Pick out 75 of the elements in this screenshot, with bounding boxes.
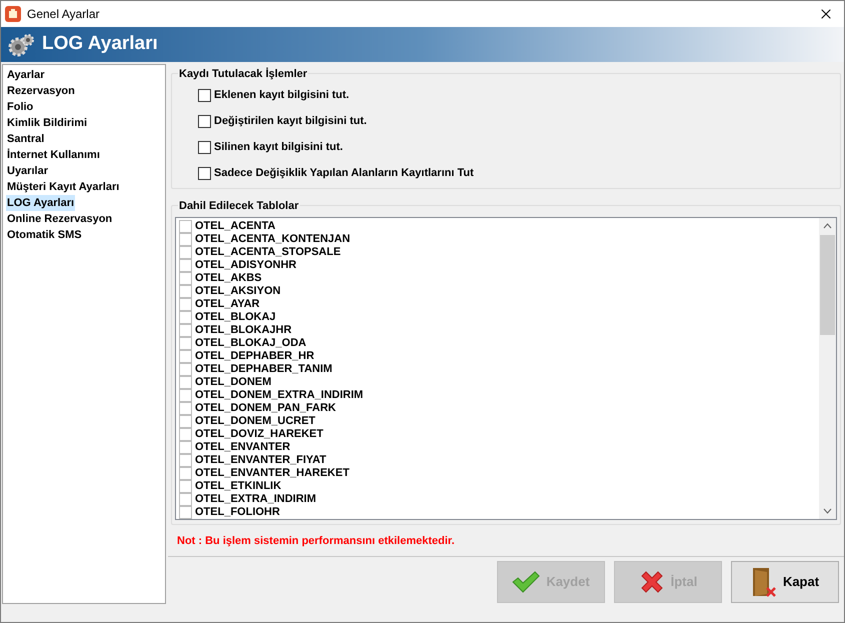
group-title: Kaydı Tutulacak İşlemler	[178, 66, 308, 82]
door-icon	[750, 566, 777, 596]
table-name: OTEL_FOLIOHR	[195, 506, 280, 519]
table-name: OTEL_ENVANTER_FIYAT	[195, 454, 326, 467]
cross-icon	[638, 568, 665, 594]
checkbox[interactable]	[179, 285, 192, 298]
scroll-thumb[interactable]	[820, 235, 835, 335]
sidebar-item[interactable]: Rezervasyon	[6, 83, 76, 99]
sidebar-item[interactable]: LOG Ayarları	[6, 195, 76, 211]
checkbox[interactable]	[179, 350, 192, 363]
checkbox[interactable]	[179, 220, 192, 233]
table-name: OTEL_DONEM	[195, 376, 272, 389]
table-name: OTEL_DEPHABER_TANIM	[195, 363, 332, 376]
app-icon	[5, 6, 21, 22]
checkbox[interactable]	[179, 311, 192, 324]
sidebar-item[interactable]: İnternet Kullanımı	[6, 147, 101, 163]
checkbox[interactable]	[179, 259, 192, 272]
table-name: OTEL_ETKINLIK	[195, 480, 282, 493]
table-name: OTEL_BLOKAJHR	[195, 324, 292, 337]
table-name: OTEL_AKSIYON	[195, 285, 281, 298]
checkbox[interactable]	[179, 376, 192, 389]
option-label: Silinen kayıt bilgisini tut.	[214, 140, 343, 155]
table-name: OTEL_AYAR	[195, 298, 260, 311]
checkbox[interactable]	[198, 88, 211, 102]
table-name: OTEL_DONEM_UCRET	[195, 415, 316, 428]
table-name: OTEL_ENVANTER_HAREKET	[195, 467, 350, 480]
table-name: OTEL_EXTRA_INDIRIM	[195, 493, 316, 506]
table-name: OTEL_ENVANTER	[195, 441, 290, 454]
checkbox[interactable]	[179, 324, 192, 337]
checkbox[interactable]	[198, 140, 211, 154]
table-name: OTEL_ACENTA_KONTENJAN	[195, 233, 350, 246]
checkbox[interactable]	[179, 428, 192, 441]
warning-note: Not : Bu işlem sistemin performansını etkilemektedir.	[177, 534, 456, 549]
option-label: Değiştirilen kayıt bilgisini tut.	[214, 114, 367, 129]
table-name: OTEL_ACENTA_STOPSALE	[195, 246, 341, 259]
table-name: OTEL_BLOKAJ_ODA	[195, 337, 306, 350]
sidebar-item[interactable]: Online Rezervasyon	[6, 211, 114, 227]
sidebar-item[interactable]: Santral	[6, 131, 46, 147]
checkbox[interactable]	[179, 272, 192, 285]
table-name: OTEL_AKBS	[195, 272, 262, 285]
checkbox[interactable]	[179, 480, 192, 493]
checkbox[interactable]	[179, 454, 192, 467]
table-name: OTEL_DEPHABER_HR	[195, 350, 314, 363]
checkbox[interactable]	[179, 467, 192, 480]
checkbox[interactable]	[179, 389, 192, 402]
table-name: OTEL_ACENTA	[195, 220, 276, 233]
sidebar-item[interactable]: Müşteri Kayıt Ayarları	[6, 179, 120, 195]
sidebar-item[interactable]: Uyarılar	[6, 163, 49, 179]
sidebar-item[interactable]: Folio	[6, 99, 34, 115]
sidebar-item[interactable]: Kimlik Bildirimi	[6, 115, 88, 131]
option-label: Sadece Değişiklik Yapılan Alanların Kayıtlarını Tut	[214, 166, 474, 181]
checkbox[interactable]	[179, 402, 192, 415]
table-name: OTEL_DONEM_EXTRA_INDIRIM	[195, 389, 364, 402]
option-label: Eklenen kayıt bilgisini tut.	[214, 88, 350, 103]
checkbox[interactable]	[198, 166, 211, 180]
checkbox[interactable]	[179, 506, 192, 519]
checkbox[interactable]	[179, 415, 192, 428]
sidebar-item[interactable]: Otomatik SMS	[6, 227, 83, 243]
table-name: OTEL_ADISYONHR	[195, 259, 296, 272]
close-button[interactable]: Kapat	[731, 560, 839, 602]
checkbox[interactable]	[179, 233, 192, 246]
checkmark-icon	[512, 570, 540, 592]
checkbox[interactable]	[179, 363, 192, 376]
checkbox[interactable]	[198, 114, 211, 128]
checkbox[interactable]	[179, 493, 192, 506]
table-name: OTEL_DONEM_PAN_FARK	[195, 402, 336, 415]
checkbox[interactable]	[179, 298, 192, 311]
header-title: LOG Ayarları	[42, 32, 158, 56]
table-name: OTEL_DOVIZ_HAREKET	[195, 428, 324, 441]
window-title: Genel Ayarlar	[27, 6, 100, 23]
checkbox[interactable]	[179, 337, 192, 350]
table-name: OTEL_BLOKAJ	[195, 311, 276, 324]
sidebar-item[interactable]: Ayarlar	[6, 67, 46, 83]
checkbox[interactable]	[179, 246, 192, 259]
checkbox[interactable]	[179, 441, 192, 454]
